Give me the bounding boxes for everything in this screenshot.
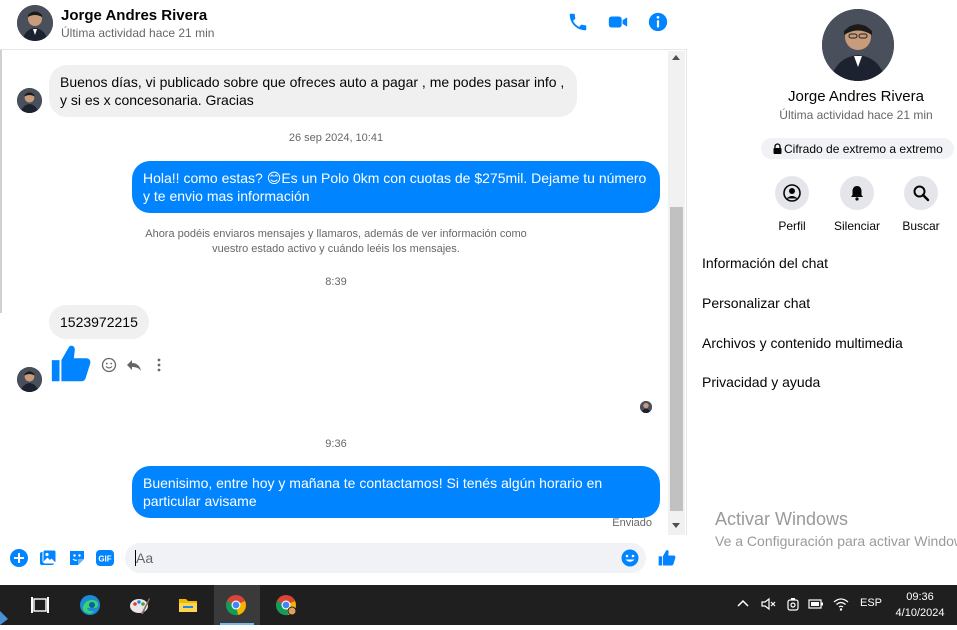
contact-status: Última actividad hace 21 min bbox=[61, 26, 215, 40]
scroll-down-arrow-icon[interactable] bbox=[672, 523, 680, 528]
panel-contact-name: Jorge Andres Rivera bbox=[788, 88, 924, 105]
encryption-badge[interactable]: Cifrado de extremo a extremo bbox=[761, 138, 954, 159]
start-edge bbox=[0, 585, 12, 625]
outgoing-message[interactable]: Hola!! como estas? 😊Es un Polo 0km con c… bbox=[132, 161, 660, 213]
search-icon bbox=[904, 176, 938, 210]
react-emoji-icon[interactable] bbox=[101, 357, 117, 373]
contact-avatar[interactable] bbox=[17, 5, 53, 41]
message-text: Hola!! como estas? bbox=[143, 170, 267, 186]
smile-emoji: 😊 bbox=[266, 170, 282, 186]
chat-header: Jorge Andres Rivera Última actividad hac… bbox=[0, 0, 687, 50]
search-button[interactable]: Buscar bbox=[886, 176, 956, 233]
task-view-icon[interactable] bbox=[18, 585, 60, 625]
delivery-status: Enviado bbox=[612, 517, 652, 529]
paint-icon[interactable] bbox=[118, 585, 160, 625]
gif-icon[interactable]: GIF bbox=[95, 548, 115, 568]
notice-line: Ahora podéis enviaros mensajes y llamaro… bbox=[145, 228, 527, 240]
plus-icon[interactable] bbox=[9, 548, 29, 568]
sender-avatar[interactable] bbox=[17, 88, 42, 113]
outgoing-message[interactable]: Buenisimo, entre hoy y mañana te contact… bbox=[132, 466, 660, 518]
message-timestamp: 8:39 bbox=[325, 276, 347, 288]
message-timestamp: 26 sep 2024, 10:41 bbox=[288, 132, 384, 144]
profile-label: Perfil bbox=[778, 219, 806, 233]
search-label: Buscar bbox=[902, 219, 940, 233]
emoji-icon[interactable] bbox=[620, 548, 640, 568]
media-files-item[interactable]: Archivos y contenido multimedia bbox=[702, 335, 903, 351]
camera-tray-icon[interactable] bbox=[785, 596, 801, 612]
language-indicator[interactable]: ESP bbox=[860, 597, 882, 609]
mute-button[interactable]: Silenciar bbox=[822, 176, 892, 233]
message-input-placeholder: Aa bbox=[136, 550, 154, 566]
chrome-icon[interactable] bbox=[214, 585, 260, 625]
connection-notice: Ahora podéis enviaros mensajes y llamaro… bbox=[130, 227, 542, 257]
scroll-up-arrow-icon[interactable] bbox=[672, 55, 680, 60]
profile-icon bbox=[775, 176, 809, 210]
wifi-icon[interactable] bbox=[833, 596, 849, 612]
reply-icon[interactable] bbox=[126, 357, 142, 373]
image-icon[interactable] bbox=[38, 548, 58, 568]
chat-column: Jorge Andres Rivera Última actividad hac… bbox=[0, 0, 687, 585]
encryption-label: Cifrado de extremo a extremo bbox=[784, 142, 943, 156]
contact-profile-photo[interactable] bbox=[822, 9, 894, 81]
messenger-window: Jorge Andres Rivera Última actividad hac… bbox=[0, 0, 957, 585]
message-scrollbar[interactable] bbox=[668, 51, 685, 535]
message-composer: GIF Aa bbox=[0, 535, 687, 585]
conversation-info-panel: Jorge Andres Rivera Última actividad hac… bbox=[688, 0, 957, 585]
clock-time: 09:36 bbox=[906, 591, 934, 603]
seen-indicator-avatar bbox=[640, 401, 652, 413]
chrome-profile-icon[interactable] bbox=[264, 585, 310, 625]
sticker-icon[interactable] bbox=[67, 548, 87, 568]
clock-date: 4/10/2024 bbox=[895, 607, 945, 619]
thumbs-up-icon[interactable] bbox=[48, 341, 94, 387]
thumbs-up-icon[interactable] bbox=[657, 548, 677, 568]
privacy-support-item[interactable]: Privacidad y ayuda bbox=[702, 374, 820, 390]
notice-line: vuestro estado activo y cuándo leéis los… bbox=[212, 243, 460, 255]
clock[interactable]: 09:36 4/10/2024 bbox=[880, 589, 957, 621]
battery-icon[interactable] bbox=[808, 596, 824, 612]
message-timestamp: 9:36 bbox=[325, 438, 347, 450]
scrollbar-thumb[interactable] bbox=[670, 207, 683, 511]
incoming-message[interactable]: Buenos días, vi publicado sobre que ofre… bbox=[49, 65, 577, 117]
windows-taskbar: ESP 09:36 4/10/2024 bbox=[0, 585, 957, 625]
file-explorer-icon[interactable] bbox=[166, 585, 208, 625]
video-camera-icon[interactable] bbox=[607, 11, 629, 33]
message-list[interactable]: Buenos días, vi publicado sobre que ofre… bbox=[0, 51, 668, 535]
info-icon[interactable] bbox=[647, 11, 669, 33]
activation-watermark-title: Activar Windows bbox=[715, 509, 849, 529]
sender-avatar[interactable] bbox=[17, 367, 42, 392]
bell-icon bbox=[840, 176, 874, 210]
panel-contact-status: Última actividad hace 21 min bbox=[779, 108, 933, 122]
profile-button[interactable]: Perfil bbox=[757, 176, 827, 233]
chevron-up-icon[interactable] bbox=[735, 596, 751, 612]
customize-chat-item[interactable]: Personalizar chat bbox=[702, 295, 810, 311]
lock-icon bbox=[773, 143, 782, 154]
speaker-muted-icon[interactable] bbox=[760, 596, 776, 612]
mute-label: Silenciar bbox=[833, 219, 881, 233]
chat-info-item[interactable]: Información del chat bbox=[702, 255, 828, 271]
activation-watermark-subtitle: Ve a Configuración para activar Windows. bbox=[715, 533, 957, 549]
phone-icon[interactable] bbox=[567, 11, 589, 33]
contact-name[interactable]: Jorge Andres Rivera bbox=[61, 7, 207, 24]
message-input[interactable]: Aa bbox=[125, 543, 646, 573]
edge-icon[interactable] bbox=[68, 585, 110, 625]
gif-label: GIF bbox=[98, 555, 111, 564]
incoming-message[interactable]: 1523972215 bbox=[49, 305, 149, 339]
more-options-icon[interactable] bbox=[151, 357, 167, 373]
